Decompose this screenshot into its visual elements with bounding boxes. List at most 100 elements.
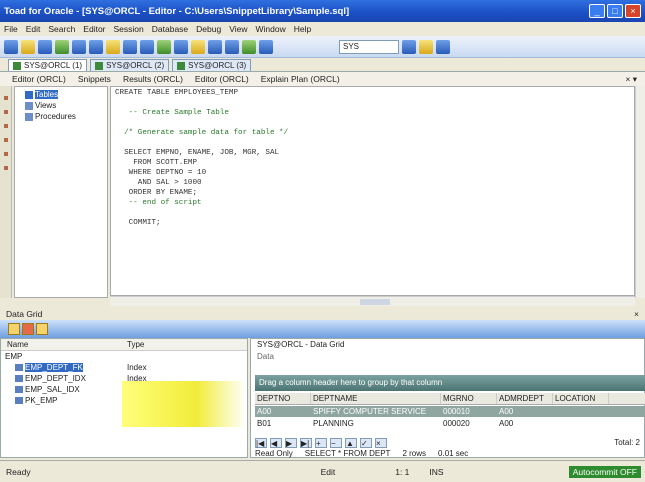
- menu-search[interactable]: Search: [48, 24, 75, 34]
- table-row[interactable]: A00 SPIFFY COMPUTER SERVICE DIV. 000010 …: [255, 406, 645, 427]
- strip-marker: [4, 152, 8, 156]
- sql-editor[interactable]: CREATE TABLE EMPLOYEES_TEMP -- Create Sa…: [110, 86, 635, 296]
- main-toolbar: SYS: [0, 36, 645, 58]
- nav-insert-button[interactable]: +: [315, 438, 327, 448]
- menu-edit[interactable]: Edit: [26, 24, 41, 34]
- maximize-button[interactable]: □: [607, 4, 623, 18]
- nav-first-button[interactable]: |◀: [255, 438, 267, 448]
- column-header[interactable]: LOCATION: [553, 393, 609, 404]
- grid-path: SYS@ORCL - Data Grid: [257, 340, 345, 349]
- nav-cancel-button[interactable]: ×: [375, 438, 387, 448]
- list-item[interactable]: EMP: [1, 351, 247, 362]
- delete-icon[interactable]: [22, 323, 34, 335]
- refresh-icon[interactable]: [8, 323, 20, 335]
- editor-tab-1[interactable]: Editor (ORCL): [12, 74, 66, 84]
- schema-dropdown-icon[interactable]: [402, 39, 416, 54]
- menu-session[interactable]: Session: [114, 24, 144, 34]
- code-line: SELECT EMPNO, ENAME, JOB, MGR, SAL: [115, 149, 280, 157]
- nav-edit-button[interactable]: ▲: [345, 438, 357, 448]
- copy-icon[interactable]: [89, 39, 103, 54]
- format-icon[interactable]: [208, 39, 222, 54]
- highlight-area: [122, 381, 246, 427]
- nav-post-button[interactable]: ✓: [360, 438, 372, 448]
- save-icon[interactable]: [38, 39, 52, 54]
- code-line: -- end of script: [115, 199, 202, 207]
- column-header-name[interactable]: Name: [1, 340, 121, 349]
- column-header[interactable]: ADMRDEPT: [497, 393, 553, 404]
- menu-database[interactable]: Database: [152, 24, 188, 34]
- nav-delete-button[interactable]: −: [330, 438, 342, 448]
- column-header-type[interactable]: Type: [121, 340, 144, 349]
- column-header[interactable]: MGRNO: [441, 393, 497, 404]
- grid-header: DEPTNO DEPTNAME MGRNO ADMRDEPT LOCATION: [255, 393, 645, 405]
- list-header: Name Type: [1, 339, 247, 351]
- menu-editor[interactable]: Editor: [83, 24, 105, 34]
- editor-tab-2[interactable]: Snippets: [78, 74, 111, 84]
- bottom-panel-title: Data Grid ×: [0, 308, 645, 320]
- connection-tab-3[interactable]: SYS@ORCL (3): [172, 59, 252, 71]
- execute-icon[interactable]: [55, 39, 69, 54]
- menu-file[interactable]: File: [4, 24, 18, 34]
- tree-item[interactable]: Views: [17, 100, 105, 111]
- new-icon[interactable]: [4, 39, 18, 54]
- editor-tab-5[interactable]: Explain Plan (ORCL): [261, 74, 340, 84]
- explain-icon[interactable]: [191, 39, 205, 54]
- stop-icon[interactable]: [259, 39, 273, 54]
- minimize-button[interactable]: _: [589, 4, 605, 18]
- close-button[interactable]: ×: [625, 4, 641, 18]
- editor-tabs: Editor (ORCL) Snippets Results (ORCL) Ed…: [0, 72, 645, 86]
- index-icon: [15, 386, 23, 393]
- code-line: /* Generate sample data for table */: [115, 129, 289, 137]
- paste-icon[interactable]: [106, 39, 120, 54]
- menu-help[interactable]: Help: [294, 24, 311, 34]
- panel-close-icon[interactable]: ×: [634, 308, 639, 320]
- index-icon: [15, 364, 23, 371]
- strip-marker: [4, 124, 8, 128]
- code-line: CREATE TABLE EMPLOYEES_TEMP: [115, 89, 239, 97]
- list-item[interactable]: EMP_DEPT_FK Index: [1, 362, 247, 373]
- editor-tab-3[interactable]: Results (ORCL): [123, 74, 183, 84]
- filter-icon[interactable]: [36, 323, 48, 335]
- panel-toolbar: [0, 320, 645, 338]
- cut-icon[interactable]: [72, 39, 86, 54]
- nav-next-button[interactable]: ▶: [285, 438, 297, 448]
- run-script-icon[interactable]: [242, 39, 256, 54]
- bookmark-icon[interactable]: [419, 39, 433, 54]
- title-bar: Toad for Oracle - [SYS@ORCL - Editor - C…: [0, 0, 645, 22]
- nav-last-button[interactable]: ▶|: [300, 438, 312, 448]
- vertical-scrollbar[interactable]: [635, 86, 645, 298]
- code-line: ORDER BY ENAME;: [115, 189, 198, 197]
- menu-view[interactable]: View: [229, 24, 247, 34]
- editor-close-icon[interactable]: × ▾: [625, 74, 637, 85]
- redo-icon[interactable]: [140, 39, 154, 54]
- strip-marker: [4, 166, 8, 170]
- editor-tab-4[interactable]: Editor (ORCL): [195, 74, 249, 84]
- table-row[interactable]: B01 PLANNING 000020 A00: [255, 418, 645, 429]
- column-header[interactable]: DEPTNO: [255, 393, 311, 404]
- autocommit-badge[interactable]: Autocommit OFF: [568, 465, 641, 478]
- undo-icon[interactable]: [123, 39, 137, 54]
- schema-select[interactable]: SYS: [339, 39, 399, 54]
- menu-debug[interactable]: Debug: [196, 24, 221, 34]
- index-icon: [15, 397, 23, 404]
- commit-icon[interactable]: [157, 39, 171, 54]
- code-line: -- Create Sample Table: [115, 109, 229, 117]
- scroll-thumb[interactable]: [360, 299, 390, 305]
- connection-tab-2[interactable]: SYS@ORCL (2): [90, 59, 170, 71]
- nav-prev-button[interactable]: ◀: [270, 438, 282, 448]
- rollback-icon[interactable]: [174, 39, 188, 54]
- options-icon[interactable]: [436, 39, 450, 54]
- column-header[interactable]: DEPTNAME: [311, 393, 441, 404]
- tree-item[interactable]: Tables: [17, 89, 105, 100]
- connection-tab-1[interactable]: SYS@ORCL (1): [8, 59, 88, 71]
- code-line: AND SAL > 1000: [115, 179, 202, 187]
- horizontal-scrollbar[interactable]: [110, 296, 635, 306]
- tree-item[interactable]: Procedures: [17, 111, 105, 122]
- code-line: WHERE DEPTNO = 10: [115, 169, 207, 177]
- open-icon[interactable]: [21, 39, 35, 54]
- find-icon[interactable]: [225, 39, 239, 54]
- index-icon: [15, 375, 23, 382]
- group-by-bar[interactable]: Drag a column header here to group by th…: [255, 375, 645, 391]
- menu-window[interactable]: Window: [256, 24, 286, 34]
